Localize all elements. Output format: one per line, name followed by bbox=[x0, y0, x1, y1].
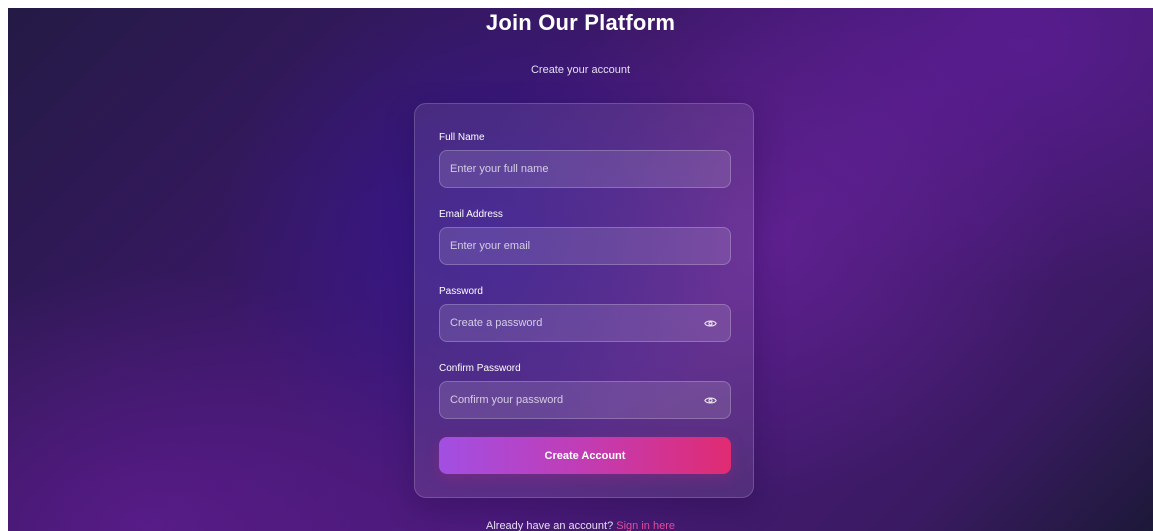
password-visibility-toggle[interactable] bbox=[701, 314, 719, 332]
password-label: Password bbox=[439, 286, 483, 297]
confirm-password-input[interactable] bbox=[439, 381, 731, 419]
page-title: Join Our Platform bbox=[485, 10, 676, 35]
page-subtitle: Create your account bbox=[530, 64, 631, 76]
signup-card: Full Name Email Address Password Confirm… bbox=[414, 103, 754, 498]
signin-prompt-text: Already have an account? bbox=[486, 520, 614, 531]
password-input[interactable] bbox=[439, 304, 731, 342]
signin-prompt: Already have an account? Sign in here bbox=[8, 520, 1153, 531]
email-input[interactable] bbox=[439, 227, 731, 265]
signin-link[interactable]: Sign in here bbox=[616, 520, 675, 531]
full-name-label: Full Name bbox=[439, 132, 485, 143]
page-background: Join Our Platform Create your account Fu… bbox=[8, 8, 1153, 531]
confirm-password-visibility-toggle[interactable] bbox=[701, 391, 719, 409]
eye-icon bbox=[703, 319, 717, 327]
eye-icon bbox=[703, 396, 717, 404]
create-account-button[interactable]: Create Account bbox=[439, 437, 731, 474]
confirm-password-label: Confirm Password bbox=[439, 363, 521, 374]
full-name-input[interactable] bbox=[439, 150, 731, 188]
email-label: Email Address bbox=[439, 209, 503, 220]
